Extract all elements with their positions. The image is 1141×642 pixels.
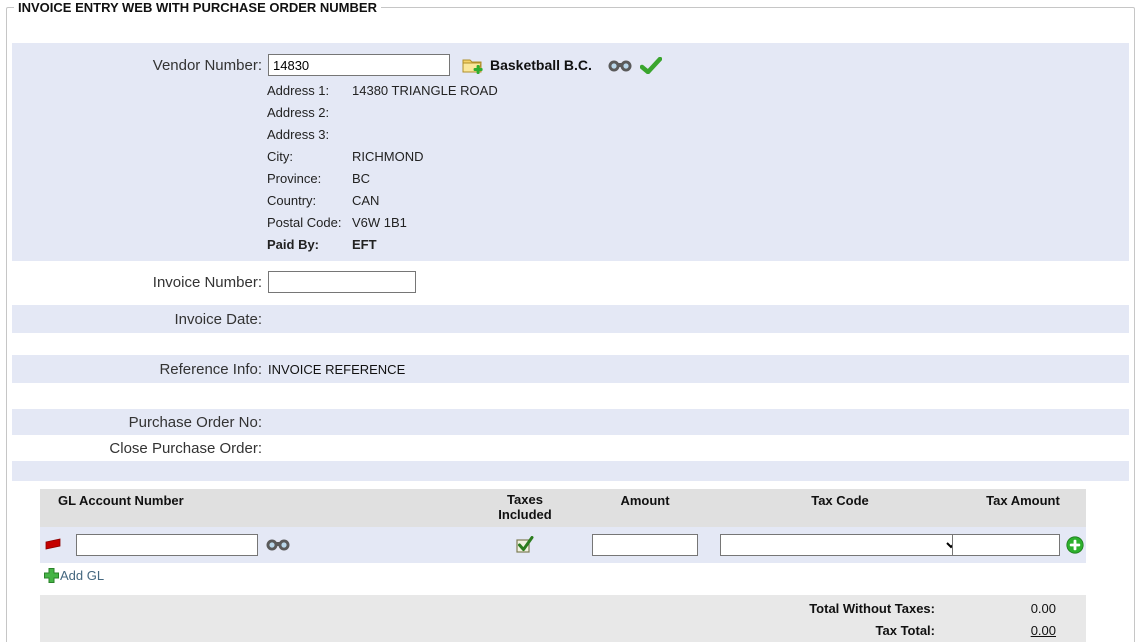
reference-info-row: Reference Info: INVOICE REFERENCE bbox=[12, 355, 1129, 383]
province-label: Province: bbox=[267, 171, 352, 186]
vendor-lookup-binoculars-icon[interactable] bbox=[608, 58, 632, 73]
totals-section: Total Without Taxes: 0.00 Tax Total: 0.0… bbox=[40, 595, 1086, 642]
address1-value: 14380 TRIANGLE ROAD bbox=[352, 83, 498, 98]
gl-detail-row bbox=[40, 527, 1086, 563]
gl-account-binoculars-icon[interactable] bbox=[266, 537, 290, 552]
gl-table: GL Account Number Taxes Included Amount … bbox=[40, 489, 1086, 589]
header-taxes-included: Taxes Included bbox=[480, 493, 570, 523]
tax-total-label: Tax Total: bbox=[876, 623, 935, 638]
address2-label: Address 2: bbox=[267, 105, 352, 120]
spacer-band bbox=[12, 461, 1129, 481]
vendor-valid-check-icon[interactable] bbox=[640, 57, 662, 74]
paid-by-label: Paid By: bbox=[267, 237, 352, 252]
city-value: RICHMOND bbox=[352, 149, 424, 164]
postal-code-label: Postal Code: bbox=[267, 215, 352, 230]
invoice-number-input[interactable] bbox=[268, 271, 416, 293]
gl-account-cell bbox=[40, 534, 480, 556]
city-label: City: bbox=[267, 149, 352, 164]
header-taxes-line2: Included bbox=[480, 508, 570, 523]
gl-table-header: GL Account Number Taxes Included Amount … bbox=[40, 489, 1086, 527]
address2-row: Address 2: bbox=[267, 101, 1129, 123]
header-amount: Amount bbox=[570, 493, 720, 508]
paid-by-value: EFT bbox=[352, 237, 377, 252]
delete-row-icon[interactable] bbox=[45, 538, 62, 551]
add-gl-plus-icon bbox=[43, 567, 60, 584]
close-purchase-order-row: Close Purchase Order: bbox=[12, 435, 1129, 461]
paid-by-row: Paid By: EFT bbox=[267, 233, 1129, 255]
purchase-order-row: Purchase Order No: bbox=[12, 409, 1129, 435]
taxes-included-cell bbox=[480, 536, 570, 553]
invoice-date-row: Invoice Date: bbox=[12, 305, 1129, 333]
address3-row: Address 3: bbox=[267, 123, 1129, 145]
invoice-date-label: Invoice Date: bbox=[12, 311, 262, 328]
tax-total-value[interactable]: 0.00 bbox=[935, 623, 1086, 638]
amount-input[interactable] bbox=[592, 534, 698, 556]
country-row: Country: CAN bbox=[267, 189, 1129, 211]
reference-info-value: INVOICE REFERENCE bbox=[268, 362, 405, 377]
total-without-taxes-label: Total Without Taxes: bbox=[809, 601, 935, 616]
vendor-name: Basketball B.C. bbox=[490, 57, 592, 73]
tax-amount-input[interactable] bbox=[952, 534, 1060, 556]
amount-cell bbox=[570, 534, 720, 556]
add-gl-label: Add GL bbox=[60, 568, 104, 583]
gl-account-input[interactable] bbox=[76, 534, 258, 556]
vendor-number-label: Vendor Number: bbox=[12, 57, 262, 74]
close-purchase-order-label: Close Purchase Order: bbox=[12, 440, 262, 457]
vendor-number-input[interactable] bbox=[268, 54, 450, 76]
header-taxes-line1: Taxes bbox=[480, 493, 570, 508]
invoice-number-label: Invoice Number: bbox=[12, 274, 262, 291]
postal-code-value: V6W 1B1 bbox=[352, 215, 407, 230]
postal-code-row: Postal Code: V6W 1B1 bbox=[267, 211, 1129, 233]
invoice-entry-form: INVOICE ENTRY WEB WITH PURCHASE ORDER NU… bbox=[6, 0, 1135, 642]
tax-code-cell bbox=[720, 534, 960, 556]
reference-info-label: Reference Info: bbox=[12, 361, 262, 378]
page-title: INVOICE ENTRY WEB WITH PURCHASE ORDER NU… bbox=[14, 0, 381, 15]
total-without-taxes-value: 0.00 bbox=[935, 601, 1086, 616]
province-row: Province: BC bbox=[267, 167, 1129, 189]
total-without-taxes-row: Total Without Taxes: 0.00 bbox=[40, 598, 1086, 620]
header-gl-account-number: GL Account Number bbox=[40, 493, 480, 508]
address1-row: Address 1: 14380 TRIANGLE ROAD bbox=[267, 79, 1129, 101]
vendor-number-row: Vendor Number: Basketball B.C. bbox=[12, 51, 1129, 79]
add-gl-row: Add GL bbox=[43, 563, 1086, 589]
tax-amount-cell bbox=[960, 534, 1086, 556]
address3-label: Address 3: bbox=[267, 127, 352, 142]
vendor-open-folder-icon[interactable] bbox=[462, 56, 484, 74]
form-content: Vendor Number: Basketball B.C. bbox=[12, 15, 1129, 642]
header-tax-amount: Tax Amount bbox=[960, 493, 1086, 508]
province-value: BC bbox=[352, 171, 370, 186]
country-value: CAN bbox=[352, 193, 379, 208]
header-tax-code: Tax Code bbox=[720, 493, 960, 508]
add-row-plus-icon[interactable] bbox=[1066, 536, 1084, 554]
add-gl-button[interactable]: Add GL bbox=[43, 567, 104, 584]
tax-total-row: Tax Total: 0.00 bbox=[40, 620, 1086, 642]
taxes-included-checkbox[interactable] bbox=[516, 536, 535, 553]
invoice-number-row: Invoice Number: bbox=[12, 267, 1129, 297]
address1-label: Address 1: bbox=[267, 83, 352, 98]
purchase-order-label: Purchase Order No: bbox=[12, 414, 262, 431]
city-row: City: RICHMOND bbox=[267, 145, 1129, 167]
vendor-section: Vendor Number: Basketball B.C. bbox=[12, 43, 1129, 261]
tax-code-select[interactable] bbox=[720, 534, 960, 556]
country-label: Country: bbox=[267, 193, 352, 208]
